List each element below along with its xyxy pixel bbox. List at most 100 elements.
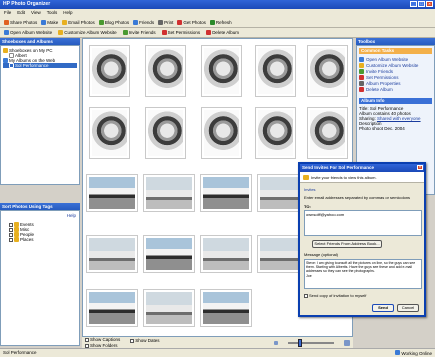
tree-item-sol-performance[interactable]: Sol Performance	[3, 63, 77, 68]
menu-view[interactable]: View	[31, 10, 41, 16]
photo-thumbnail[interactable]	[86, 235, 138, 273]
tag-checkbox[interactable]	[9, 227, 13, 232]
friends-button[interactable]: Friends	[133, 19, 154, 25]
tag-icon	[14, 237, 19, 242]
send-invites-dialog: Send Invites For Sol Performance × Invit…	[298, 162, 426, 317]
photo-thumbnail[interactable]	[145, 107, 186, 159]
checkbox[interactable]	[130, 338, 135, 343]
photo-thumbnail[interactable]	[255, 107, 296, 159]
open-album-website-button[interactable]: Open Album Website	[4, 30, 52, 35]
customize-icon	[58, 30, 64, 35]
album-info-header: Album Info	[359, 98, 432, 104]
status-bar: Sol Performance Working Online	[0, 348, 435, 357]
photo-thumbnail[interactable]	[200, 174, 252, 212]
albums-header: Shoeboxes and Albums	[0, 38, 80, 45]
maximize-button[interactable]: □	[418, 1, 425, 7]
photo-thumbnail[interactable]	[143, 174, 195, 212]
globe-icon	[395, 350, 401, 355]
photo-thumbnail[interactable]	[143, 289, 195, 327]
tag-checkbox[interactable]	[9, 232, 13, 237]
blog-icon	[98, 19, 104, 25]
message-field[interactable]: Steve: I am giving tounsoft all the pict…	[304, 259, 422, 289]
view-options-bar: Show Captions Show Folders Show Dates	[82, 337, 353, 348]
photo-thumbnail[interactable]	[307, 107, 348, 159]
small-thumbnails-icon[interactable]	[274, 340, 278, 345]
share-photos-button[interactable]: Share Photos	[4, 19, 37, 25]
menu-file[interactable]: File	[4, 10, 11, 16]
album-icon	[9, 63, 14, 68]
make-icon	[41, 19, 47, 25]
toolbox-header: Toolbox	[356, 38, 435, 45]
send-copy-checkbox[interactable]: Send copy of invitation to myself	[304, 293, 366, 298]
message-text: Steve: I am giving tounsoft all the pict…	[306, 261, 416, 273]
tags-help-link[interactable]: Help	[67, 213, 76, 218]
invite-friends-button[interactable]: Invite Friends	[122, 30, 156, 35]
large-thumbnails-icon[interactable]	[344, 339, 350, 346]
album-info-date: Photo shoot Dec. 2004	[359, 126, 405, 131]
show-captions-toggle[interactable]: Show Captions	[85, 337, 120, 342]
minimize-button[interactable]: _	[410, 1, 417, 7]
tag-checkbox[interactable]	[9, 222, 13, 227]
get-photos-button[interactable]: Get Photos	[177, 19, 206, 25]
share-icon	[4, 19, 9, 25]
dialog-header: Invite your friends to view this album.	[300, 172, 424, 183]
sharing-link[interactable]: Shared with everyone	[377, 116, 421, 121]
to-label: TO:	[304, 204, 311, 209]
cancel-button[interactable]: Cancel	[397, 304, 419, 312]
photo-thumbnail[interactable]	[86, 174, 138, 212]
customize-icon	[359, 62, 364, 68]
dialog-title: Send Invites For Sol Performance	[302, 165, 375, 170]
photo-thumbnail[interactable]	[145, 45, 186, 97]
task-delete-album[interactable]: Delete Album	[359, 86, 432, 92]
zoom-slider-handle[interactable]	[298, 338, 302, 347]
invite-icon	[122, 30, 128, 35]
dialog-close-button[interactable]: ×	[417, 165, 423, 170]
delete-album-button[interactable]: Delete Album	[206, 30, 239, 35]
email-photos-button[interactable]: Email Photos	[62, 19, 95, 25]
menu-bar: File Edit View Tools Help	[0, 9, 435, 17]
camera-icon	[177, 19, 183, 25]
photo-thumbnail[interactable]	[143, 235, 195, 273]
invites-section-label: Invites	[304, 187, 316, 192]
photo-thumbnail[interactable]	[201, 107, 242, 159]
refresh-button[interactable]: Refresh	[209, 19, 232, 25]
properties-icon	[359, 80, 364, 86]
album-toolbar: Open Album Website Customize Album Websi…	[0, 28, 435, 38]
menu-edit[interactable]: Edit	[17, 10, 25, 16]
checkbox[interactable]	[304, 293, 308, 298]
window-title: HP Photo Organizer	[3, 1, 51, 7]
photo-thumbnail[interactable]	[89, 45, 130, 97]
address-book-button[interactable]: Select Friends From Address Book...	[312, 240, 382, 248]
photo-thumbnail[interactable]	[201, 45, 242, 97]
blog-photos-button[interactable]: Blog Photos	[98, 19, 129, 25]
instructions-text: Enter email addresses separated by comma…	[304, 195, 411, 200]
send-button[interactable]: Send	[372, 304, 394, 312]
status-album: Sol Performance	[3, 350, 37, 355]
photo-thumbnail[interactable]	[307, 45, 348, 97]
photo-thumbnail[interactable]	[89, 107, 130, 159]
globe-icon	[359, 56, 364, 62]
to-field[interactable]: ownsolff@yahoo.com	[304, 210, 422, 236]
menu-help[interactable]: Help	[63, 10, 72, 16]
photo-thumbnail[interactable]	[255, 45, 296, 97]
envelope-icon	[303, 175, 309, 180]
close-button[interactable]: ×	[426, 1, 433, 7]
menu-tools[interactable]: Tools	[47, 10, 58, 16]
photo-thumbnail[interactable]	[86, 289, 138, 327]
photo-thumbnail[interactable]	[200, 235, 252, 273]
left-panel: Shoeboxes and Albums Shoeboxes on My PC …	[0, 38, 80, 348]
friends-icon	[133, 19, 139, 25]
refresh-icon	[209, 19, 215, 25]
set-permissions-button[interactable]: Set Permissions	[161, 30, 200, 35]
print-button[interactable]: Print	[158, 19, 173, 25]
dialog-subtitle: Invite your friends to view this album.	[311, 175, 377, 180]
tag-checkbox[interactable]	[9, 237, 13, 242]
customize-album-website-button[interactable]: Customize Album Website	[58, 30, 117, 35]
checkbox[interactable]	[85, 337, 89, 342]
zoom-slider[interactable]	[288, 338, 334, 347]
make-button[interactable]: Make	[41, 19, 58, 25]
checkbox[interactable]	[85, 343, 89, 348]
photo-thumbnail[interactable]	[200, 289, 252, 327]
show-dates-toggle[interactable]: Show Dates	[130, 338, 160, 343]
tag-places[interactable]: Places	[3, 237, 77, 242]
